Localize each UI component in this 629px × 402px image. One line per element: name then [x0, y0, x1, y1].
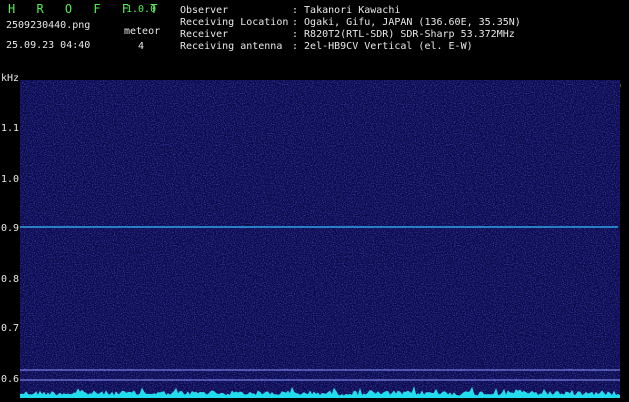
y-tick-label: 0.8 [1, 274, 20, 285]
receiver-label: Receiver [180, 29, 229, 40]
spectrogram-plot [19, 80, 621, 398]
spectrogram-noise [20, 80, 620, 398]
observer-label: Observer [180, 5, 229, 16]
location-value: : Ogaki, Gifu, JAPAN (136.60E, 35.35N) [292, 17, 521, 28]
frequency-unit-label: kHz [1, 73, 20, 84]
y-tick-label: 0.9 [1, 223, 20, 234]
y-tick-label: 0.6 [1, 374, 20, 385]
antenna-label: Receiving antenna [180, 41, 283, 52]
receiver-value: : R820T2(RTL-SDR) SDR-Sharp 53.372MHz [292, 29, 515, 40]
app-version: 1.0.0 [126, 4, 157, 15]
y-tick-label: 1.0 [1, 174, 20, 185]
file-datetime: 25.09.23 04:40 [6, 40, 91, 51]
location-label: Receiving Location [180, 17, 289, 28]
file-name: 2509230440.png [6, 20, 91, 31]
meteor-count: 4 [138, 41, 145, 52]
meteor-label: meteor [124, 26, 161, 37]
y-tick-label: 1.1 [1, 123, 20, 134]
y-tick-label: 0.7 [1, 323, 20, 334]
observer-value: : Takanori Kawachi [292, 5, 401, 16]
header-panel: H R O F F T 1.0.0 2509230440.png 25.09.2… [0, 0, 629, 72]
antenna-value: : 2el-HB9CV Vertical (el. E-W) [292, 41, 473, 52]
spectrogram-canvas [19, 80, 621, 398]
